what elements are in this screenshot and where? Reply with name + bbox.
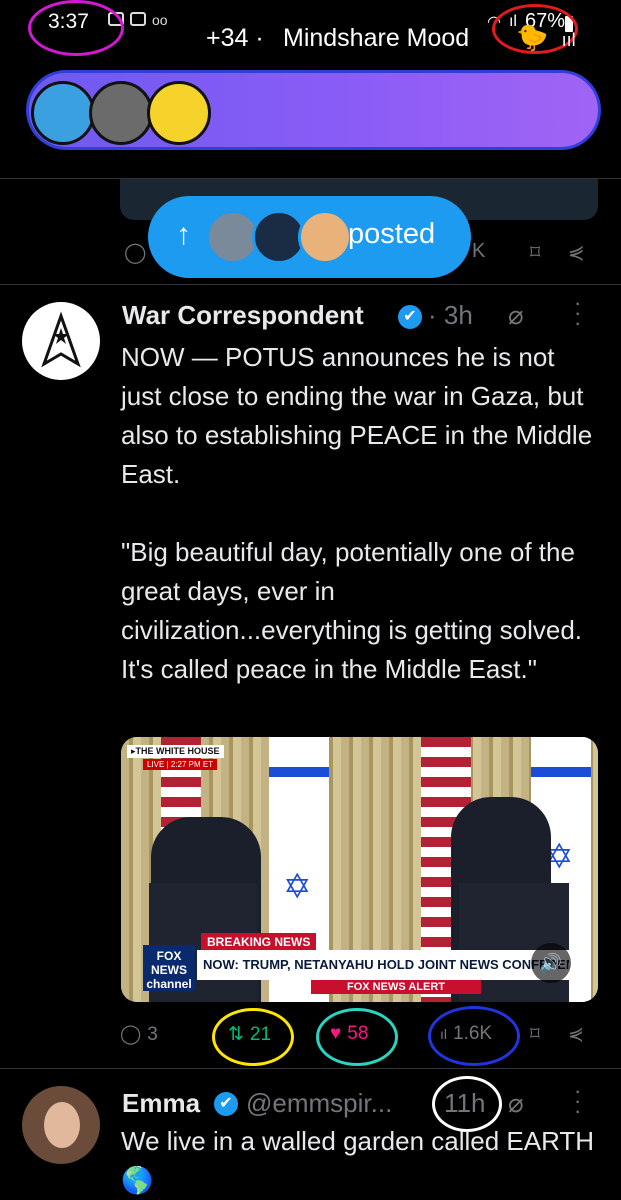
next-time[interactable]: 11h: [444, 1088, 485, 1119]
repost-button[interactable]: ⇅ 21: [228, 1023, 271, 1046]
next-tweet-text: We live in a walled garden called EARTH🌎: [121, 1126, 595, 1195]
share-icon[interactable]: ⋞: [568, 1023, 584, 1046]
arrow-up-icon: ↑: [176, 218, 191, 251]
banner-title[interactable]: Mindshare Mood: [283, 24, 469, 53]
divider: [0, 284, 621, 285]
share-icon[interactable]: ⋞: [568, 240, 585, 265]
breaking-news-label: BREAKING NEWS: [201, 933, 317, 951]
author-name[interactable]: War Correspondent: [122, 300, 364, 331]
bookmark-icon[interactable]: ⌑: [530, 1023, 540, 1046]
photo-notification-icon: [108, 12, 124, 26]
white-house-label: ▸THE WHITE HOUSE: [127, 745, 224, 758]
banner-count[interactable]: +34 ·: [206, 24, 264, 53]
more-options-icon[interactable]: · · ·: [574, 292, 581, 334]
news-alert-label: FOX NEWS ALERT: [311, 980, 481, 994]
posted-avatar-3: [298, 210, 352, 264]
like-count: 58: [347, 1023, 369, 1044]
avatar-1[interactable]: [31, 81, 95, 145]
views-count: 1.6K: [453, 1023, 493, 1044]
mail-notification-icon: [130, 12, 146, 26]
divider: [0, 178, 621, 179]
tweet-time[interactable]: · 3h: [428, 300, 473, 331]
reply-icon[interactable]: ◯: [124, 240, 146, 265]
next-grok-icon[interactable]: ⌀: [508, 1088, 524, 1119]
sound-icon[interactable]: 🔊: [531, 943, 571, 983]
next-more-options-icon[interactable]: · · ·: [574, 1080, 581, 1122]
peek-views[interactable]: K: [472, 240, 485, 263]
bars-icon[interactable]: ııl: [562, 30, 576, 50]
posted-label: posted: [348, 218, 436, 250]
divider: [0, 1068, 621, 1069]
status-time: 3:37: [48, 10, 89, 33]
voicemail-icon: oo: [152, 12, 168, 28]
next-handle[interactable]: @emmspir...: [246, 1088, 392, 1119]
like-button[interactable]: ♥ 58: [330, 1023, 368, 1045]
live-label: LIVE | 2:27 PM ET: [143, 759, 218, 770]
duck-emoji: 🐤: [516, 22, 549, 52]
tweet-video[interactable]: ✡ ✡ ▸THE WHITE HOUSE LIVE | 2:27 PM ET F…: [121, 737, 598, 1002]
reply-count: 3: [147, 1023, 158, 1045]
mindshare-banner[interactable]: [26, 70, 601, 150]
new-posts-pill[interactable]: ↑ posted: [148, 196, 471, 278]
next-verified-badge-icon: ✔: [214, 1092, 238, 1116]
banner-icons: 🐤 ııl: [516, 22, 576, 53]
reply-button[interactable]: ◯ 3: [120, 1023, 158, 1046]
grok-icon[interactable]: ⌀: [508, 300, 524, 331]
views-button[interactable]: ıl 1.6K: [440, 1023, 492, 1045]
avatar-2[interactable]: [89, 81, 153, 145]
verified-badge-icon: ✔: [398, 305, 422, 329]
network-bug: FOX NEWS channel: [143, 945, 195, 991]
notification-icons: oo: [108, 12, 168, 28]
views-icon: ıl: [440, 1026, 447, 1042]
chyron-text: NOW: TRUMP, NETANYAHU HOLD JOINT NEWS CO…: [197, 950, 569, 980]
bookmark-icon[interactable]: ⌑: [530, 240, 540, 265]
repost-count: 21: [249, 1023, 272, 1045]
repost-icon: ⇅: [228, 1024, 244, 1045]
emma-profile-picture[interactable]: [22, 1086, 100, 1164]
tweet-text: NOW — POTUS announces he is not just clo…: [121, 342, 593, 684]
profile-picture[interactable]: [22, 302, 100, 380]
wifi-icon: ◠: [487, 13, 501, 31]
avatar-3[interactable]: [147, 81, 211, 145]
reply-icon: ◯: [120, 1024, 142, 1045]
heart-icon: ♥: [330, 1023, 342, 1044]
next-author-name[interactable]: Emma: [122, 1088, 200, 1119]
